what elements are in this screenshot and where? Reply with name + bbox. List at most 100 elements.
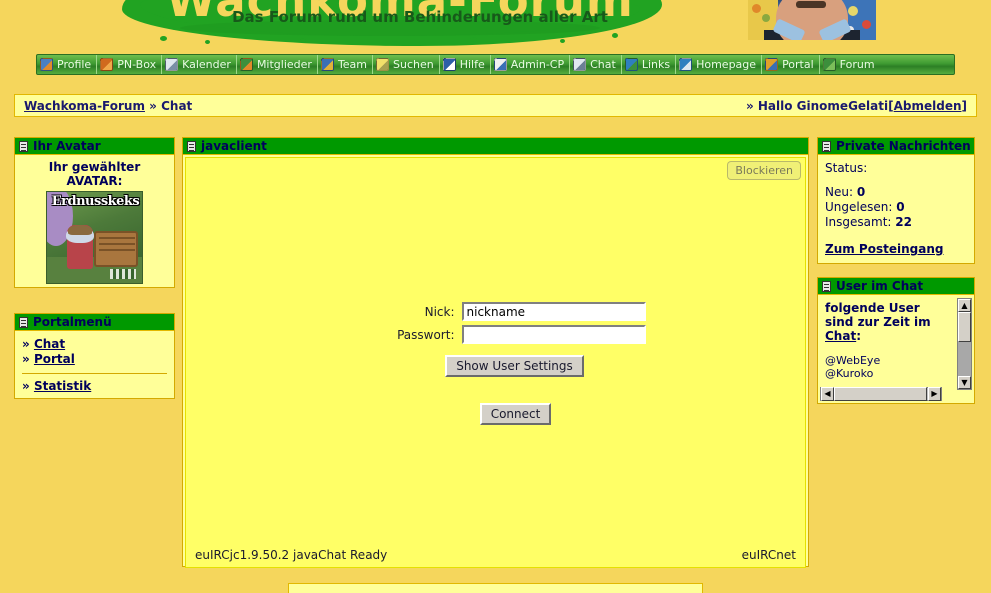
breadcrumb: Wachkoma-Forum » Chat bbox=[24, 99, 746, 113]
login-form: Nick: Passwort: Show User Settings Conne… bbox=[186, 302, 805, 425]
portal-menu-link[interactable]: Portal bbox=[34, 352, 75, 366]
nav-item-label: Homepage bbox=[696, 58, 757, 71]
pn-count-label: Ungelesen: bbox=[825, 200, 897, 214]
avatar-character-hat bbox=[68, 225, 92, 235]
nav-item-chat[interactable]: Chat bbox=[569, 55, 621, 74]
nav-item-label: Admin-CP bbox=[510, 58, 565, 71]
greeting-prefix: » Hallo bbox=[745, 98, 797, 113]
profile-icon bbox=[40, 58, 53, 71]
search-icon bbox=[376, 58, 390, 71]
users-heading-line1: folgende User bbox=[825, 301, 920, 315]
nav-item-homepage[interactable]: Homepage bbox=[675, 55, 761, 74]
pn-count-value: 0 bbox=[896, 200, 905, 214]
scroll-thumb-vertical[interactable] bbox=[958, 312, 971, 342]
scroll-left-arrow-icon[interactable]: ◀ bbox=[821, 387, 834, 401]
portal-menu-panel: Portalmenü » Chat» Portal» Statistik bbox=[14, 313, 175, 399]
avatar-panel-title: Ihr Avatar bbox=[33, 138, 101, 153]
nav-item-kalender[interactable]: Kalender bbox=[161, 55, 236, 74]
links-icon bbox=[624, 58, 638, 71]
photo-decor-dot bbox=[762, 14, 770, 22]
avatar-checker-pattern bbox=[110, 269, 136, 279]
show-user-settings-button[interactable]: Show User Settings bbox=[445, 355, 584, 377]
pn-inbox-link[interactable]: Zum Posteingang bbox=[825, 242, 943, 256]
users-heading-line2: sind zur Zeit im bbox=[825, 315, 931, 329]
nav-item-label: Suchen bbox=[393, 58, 434, 71]
nav-item-label: Forum bbox=[839, 58, 875, 71]
panel-box-icon bbox=[187, 140, 196, 152]
nav-item-mitglieder[interactable]: Mitglieder bbox=[235, 55, 317, 74]
footer-strip bbox=[288, 583, 703, 593]
portal-panel-body: » Chat» Portal» Statistik bbox=[15, 331, 174, 400]
chat-bubble-icon bbox=[573, 58, 587, 71]
photo-decor-dot bbox=[752, 4, 761, 13]
portal-menu-link[interactable]: Statistik bbox=[34, 379, 91, 393]
scroll-down-arrow-icon[interactable]: ▼ bbox=[958, 376, 971, 389]
chat-user-entry: @Kuroko bbox=[825, 367, 874, 380]
logout-link[interactable]: Abmelden bbox=[894, 99, 962, 113]
bullet-icon: » bbox=[22, 352, 34, 366]
users-horizontal-scrollbar[interactable]: ◀ ▶ bbox=[820, 387, 942, 401]
site-tagline: Das Forum rund um Behinderungen aller Ar… bbox=[232, 8, 608, 26]
applet-header: javaclient bbox=[183, 138, 808, 155]
portal-menu-item-chat[interactable]: » Chat bbox=[22, 337, 167, 352]
users-panel-header: User im Chat bbox=[818, 278, 974, 295]
portal-icon bbox=[765, 58, 779, 71]
scroll-thumb-horizontal[interactable] bbox=[834, 387, 927, 401]
scroll-right-arrow-icon[interactable]: ▶ bbox=[928, 387, 941, 401]
photo-moustache bbox=[796, 1, 826, 8]
paint-speck bbox=[392, 41, 397, 45]
nav-item-profile[interactable]: Profile bbox=[37, 55, 96, 74]
nav-item-hilfe[interactable]: Hilfe bbox=[438, 55, 490, 74]
pn-count-row: Neu: 0 bbox=[825, 185, 967, 200]
nav-item-label: PN-Box bbox=[117, 58, 157, 71]
nick-input[interactable] bbox=[461, 302, 646, 321]
java-chat-applet-panel: javaclient Blockieren Nick: Passwort: Sh… bbox=[182, 137, 809, 568]
users-heading-colon: : bbox=[856, 329, 861, 343]
admin-icon bbox=[493, 58, 507, 71]
panel-box-icon bbox=[822, 140, 831, 152]
avatar-heading: Ihr gewählter AVATAR: bbox=[22, 160, 167, 188]
pn-panel-title: Private Nachrichten bbox=[836, 138, 971, 153]
greeting-username: GinomeGelati bbox=[796, 98, 889, 113]
scroll-up-arrow-icon[interactable]: ▲ bbox=[958, 299, 971, 312]
nav-item-label: Links bbox=[641, 58, 671, 71]
nav-item-forum[interactable]: Forum bbox=[818, 55, 880, 74]
nav-item-label: Hilfe bbox=[459, 58, 485, 71]
avatar-heading-line2: AVATAR: bbox=[66, 174, 123, 188]
nav-item-links[interactable]: Links bbox=[620, 55, 675, 74]
breadcrumb-root-link[interactable]: Wachkoma-Forum bbox=[24, 99, 145, 113]
portal-menu-item-portal[interactable]: » Portal bbox=[22, 352, 167, 367]
users-vertical-scrollbar[interactable]: ▲ ▼ bbox=[957, 298, 972, 390]
avatar-panel: Ihr Avatar Ihr gewählter AVATAR: Erdnuss… bbox=[14, 137, 175, 288]
nav-item-label: Team bbox=[337, 58, 368, 71]
nav-item-portal[interactable]: Portal bbox=[761, 55, 819, 74]
pn-counts: Neu: 0 Ungelesen: 0 Insgesamt: 22 bbox=[825, 185, 967, 230]
mailbox-icon bbox=[100, 58, 114, 71]
pn-status-label: Status: bbox=[825, 161, 868, 175]
pn-inbox-link-wrap: Zum Posteingang bbox=[825, 242, 967, 256]
connect-button[interactable]: Connect bbox=[479, 403, 552, 425]
paint-speck bbox=[612, 33, 618, 38]
paint-speck bbox=[300, 38, 306, 43]
breadcrumb-separator: » bbox=[149, 98, 157, 113]
photo-decor-dot bbox=[848, 6, 858, 16]
main-navigation-bar[interactable]: Profile PN-Box Kalender Mitglieder Team Suche… bbox=[36, 54, 955, 75]
nick-row: Nick: bbox=[186, 302, 805, 321]
forum-icon bbox=[822, 58, 836, 71]
nick-label: Nick: bbox=[424, 304, 455, 319]
nav-item-team[interactable]: Team bbox=[316, 55, 372, 74]
user-greeting: » Hallo GinomeGelati[Abmelden] bbox=[746, 99, 967, 113]
users-chat-link[interactable]: Chat bbox=[825, 329, 856, 343]
nav-item-pn-box[interactable]: PN-Box bbox=[96, 55, 161, 74]
users-panel-title: User im Chat bbox=[836, 278, 924, 293]
users-panel-body: folgende User sind zur Zeit im Chat: @We… bbox=[818, 295, 974, 403]
pn-count-row: Insgesamt: 22 bbox=[825, 215, 967, 230]
nav-item-suchen[interactable]: Suchen bbox=[372, 55, 439, 74]
nav-item-admin-cp[interactable]: Admin-CP bbox=[489, 55, 569, 74]
portal-menu-item-statistik[interactable]: » Statistik bbox=[22, 379, 167, 394]
nav-item-label: Chat bbox=[590, 58, 616, 71]
portal-menu-link[interactable]: Chat bbox=[34, 337, 65, 351]
password-input[interactable] bbox=[461, 325, 646, 344]
block-plugin-button[interactable]: Blockieren bbox=[727, 161, 801, 180]
pn-count-label: Insgesamt: bbox=[825, 215, 896, 229]
